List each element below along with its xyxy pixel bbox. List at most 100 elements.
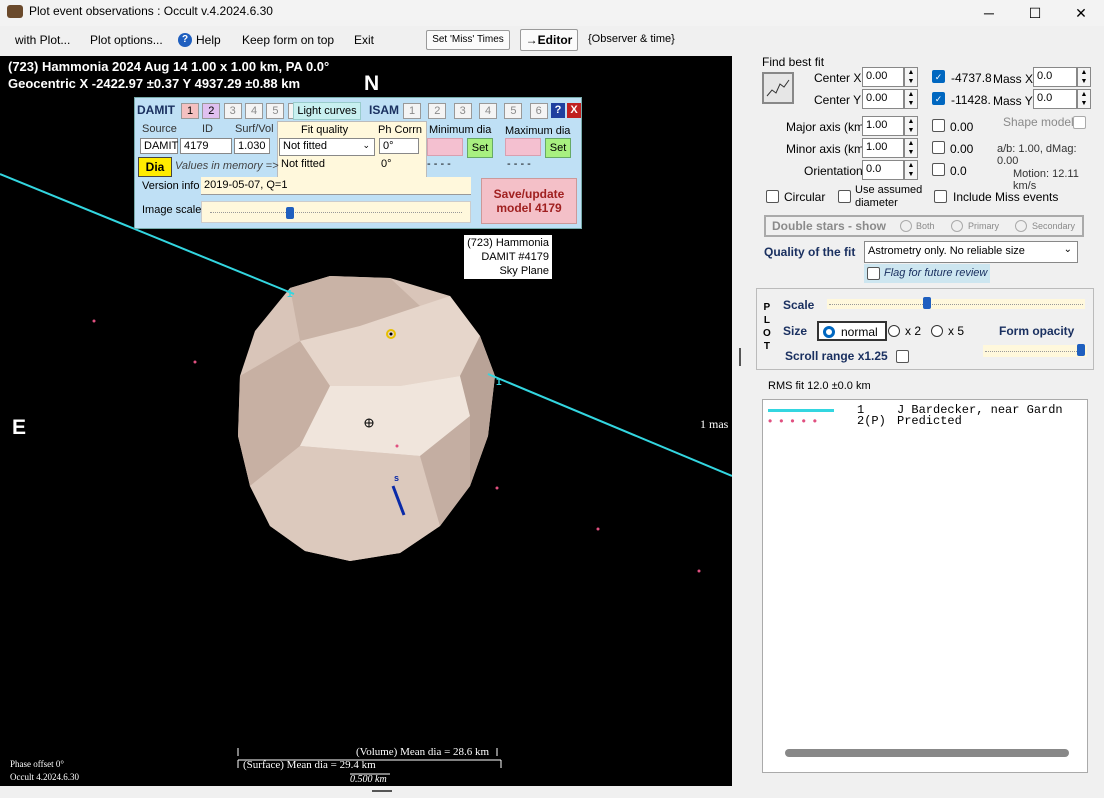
minimize-button[interactable]: ─ — [966, 0, 1012, 26]
minor-axis-spinner[interactable]: ▲ ▼ — [904, 138, 918, 158]
center-y-input[interactable]: 0.00 — [862, 89, 904, 109]
minor-axis-checkbox[interactable] — [932, 141, 945, 154]
flag-review-checkbox[interactable] — [867, 267, 880, 280]
shape-model-checkbox[interactable] — [1073, 116, 1086, 129]
center-y-spinner[interactable]: ▲ ▼ — [904, 89, 918, 109]
damit-tab-1[interactable]: 1 — [181, 103, 199, 119]
quality-select[interactable]: Astrometry only. No reliable size ⌄ — [864, 241, 1078, 263]
menu-keep-on-top[interactable]: Keep form on top — [242, 33, 334, 47]
mass-y-spinner[interactable]: ▲ ▼ — [1077, 89, 1091, 109]
max-dia-field[interactable] — [505, 138, 541, 156]
damit-model-tabs: 1 2 3 4 5 6 — [181, 103, 306, 119]
mass-x-spinner[interactable]: ▲ ▼ — [1077, 67, 1091, 87]
orientation-checkbox[interactable] — [932, 163, 945, 176]
damit-help-button[interactable]: ? — [551, 103, 565, 118]
max-dia-memory: - - - - — [507, 158, 531, 170]
east-label: E — [12, 416, 27, 439]
form-opacity-thumb[interactable] — [1077, 344, 1085, 356]
size-normal-option[interactable]: normal — [817, 321, 887, 341]
menu-help[interactable]: Help — [196, 33, 221, 47]
isam-title: ISAM — [369, 103, 399, 117]
major-axis-checkbox[interactable] — [932, 119, 945, 132]
center-x-checkbox[interactable]: ✓ — [932, 70, 945, 83]
source-header: Source — [142, 123, 177, 135]
scale-slider[interactable] — [827, 297, 1085, 309]
chevron-down-icon: ⌄ — [362, 140, 370, 150]
image-scale-slider[interactable] — [201, 201, 471, 223]
find-best-fit-button[interactable] — [762, 72, 794, 104]
ph-corr-field[interactable]: 0° — [379, 138, 419, 154]
size-x5-radio[interactable] — [931, 325, 943, 337]
center-y-label: Center Y — [814, 93, 862, 107]
close-button[interactable]: ✕ — [1058, 0, 1104, 26]
fit-quality-header: Fit quality — [301, 124, 349, 136]
set-miss-times-button[interactable]: Set 'Miss' Times — [426, 30, 510, 50]
form-opacity-slider[interactable] — [983, 344, 1087, 357]
isam-tab-3[interactable]: 3 — [453, 103, 472, 119]
secondary-radio[interactable] — [1015, 220, 1027, 232]
major-axis-input[interactable]: 1.00 — [862, 116, 904, 136]
orientation-input[interactable]: 0.0 — [862, 160, 904, 180]
include-miss-checkbox[interactable] — [934, 190, 947, 203]
splitter-handle[interactable] — [739, 348, 741, 366]
isam-tab-2[interactable]: 2 — [428, 103, 447, 119]
fit-panel: Find best fit Center X 0.00 ▲ ▼ ✓ -4737.8… — [754, 55, 1100, 283]
scale-slider-thumb[interactable] — [923, 297, 931, 309]
plot-options-box: P L O T Scale Size normal x 2 x 5 Form o… — [756, 288, 1094, 370]
circular-checkbox[interactable] — [766, 190, 779, 203]
version-label: Occult 4.2024.6.30 — [10, 772, 79, 782]
editor-button[interactable]: →Editor — [520, 29, 578, 51]
major-axis-label: Major axis (km) — [786, 120, 869, 134]
isam-tab-1[interactable]: 1 — [403, 103, 421, 119]
bottom-splitter-handle[interactable] — [372, 790, 392, 792]
form-opacity-label: Form opacity — [999, 324, 1075, 338]
scroll-range-checkbox[interactable] — [896, 350, 909, 363]
plot-o: O — [763, 328, 771, 339]
fit-quality-select[interactable]: Not fitted ⌄ — [279, 138, 375, 156]
both-radio[interactable] — [900, 220, 912, 232]
size-normal-radio[interactable] — [823, 326, 835, 338]
legend-line-observed — [768, 409, 834, 412]
max-dia-set-button[interactable]: Set — [545, 138, 571, 158]
center-x-label: Center X — [814, 71, 862, 85]
use-assumed-checkbox[interactable] — [838, 190, 851, 203]
observer-time-link[interactable]: {Observer & time} — [588, 33, 675, 45]
damit-tab-5[interactable]: 5 — [266, 103, 285, 119]
damit-close-button[interactable]: X — [567, 103, 581, 118]
isam-tab-6[interactable]: 6 — [529, 103, 548, 119]
isam-tab-5[interactable]: 5 — [504, 103, 523, 119]
major-axis-spinner[interactable]: ▲ ▼ — [904, 116, 918, 136]
flag-review-label: Flag for future review — [884, 267, 988, 279]
minor-axis-label: Minor axis (km) — [786, 142, 869, 156]
image-scale-thumb[interactable] — [286, 207, 294, 219]
damit-tab-4[interactable]: 4 — [245, 103, 264, 119]
center-x-spinner[interactable]: ▲ ▼ — [904, 67, 918, 87]
plot-t: T — [763, 341, 770, 352]
minor-axis-input[interactable]: 1.00 — [862, 138, 904, 158]
damit-tab-2[interactable]: 2 — [202, 103, 221, 119]
orientation-spinner[interactable]: ▲ ▼ — [904, 160, 918, 180]
center-y-checkbox[interactable]: ✓ — [932, 92, 945, 105]
maximize-button[interactable]: ☐ — [1012, 0, 1058, 26]
size-x2-radio[interactable] — [888, 325, 900, 337]
legend-horizontal-scrollbar[interactable] — [785, 749, 1069, 757]
help-icon[interactable]: ? — [178, 33, 192, 47]
save-update-button[interactable]: Save/update model 4179 — [481, 178, 577, 224]
diameter-text: diameter — [855, 197, 898, 209]
menu-exit[interactable]: Exit — [354, 33, 374, 47]
mass-y-input[interactable]: 0.0 — [1033, 89, 1077, 109]
id-header: ID — [202, 123, 213, 135]
min-dia-set-button[interactable]: Set — [467, 138, 493, 158]
damit-tab-3[interactable]: 3 — [223, 103, 242, 119]
menu-plot-options[interactable]: Plot options... — [90, 33, 163, 47]
plot-header-line1: (723) Hammonia 2024 Aug 14 1.00 x 1.00 k… — [8, 59, 330, 74]
light-curves-button[interactable]: Light curves — [293, 102, 361, 120]
dia-button[interactable]: Dia — [138, 157, 172, 177]
min-dia-field[interactable] — [427, 138, 463, 156]
primary-radio[interactable] — [951, 220, 963, 232]
mass-x-input[interactable]: 0.0 — [1033, 67, 1077, 87]
phase-offset: Phase offset 0° — [10, 759, 64, 769]
isam-tab-4[interactable]: 4 — [479, 103, 498, 119]
center-x-input[interactable]: 0.00 — [862, 67, 904, 87]
menu-with-plot[interactable]: with Plot... — [15, 33, 70, 47]
